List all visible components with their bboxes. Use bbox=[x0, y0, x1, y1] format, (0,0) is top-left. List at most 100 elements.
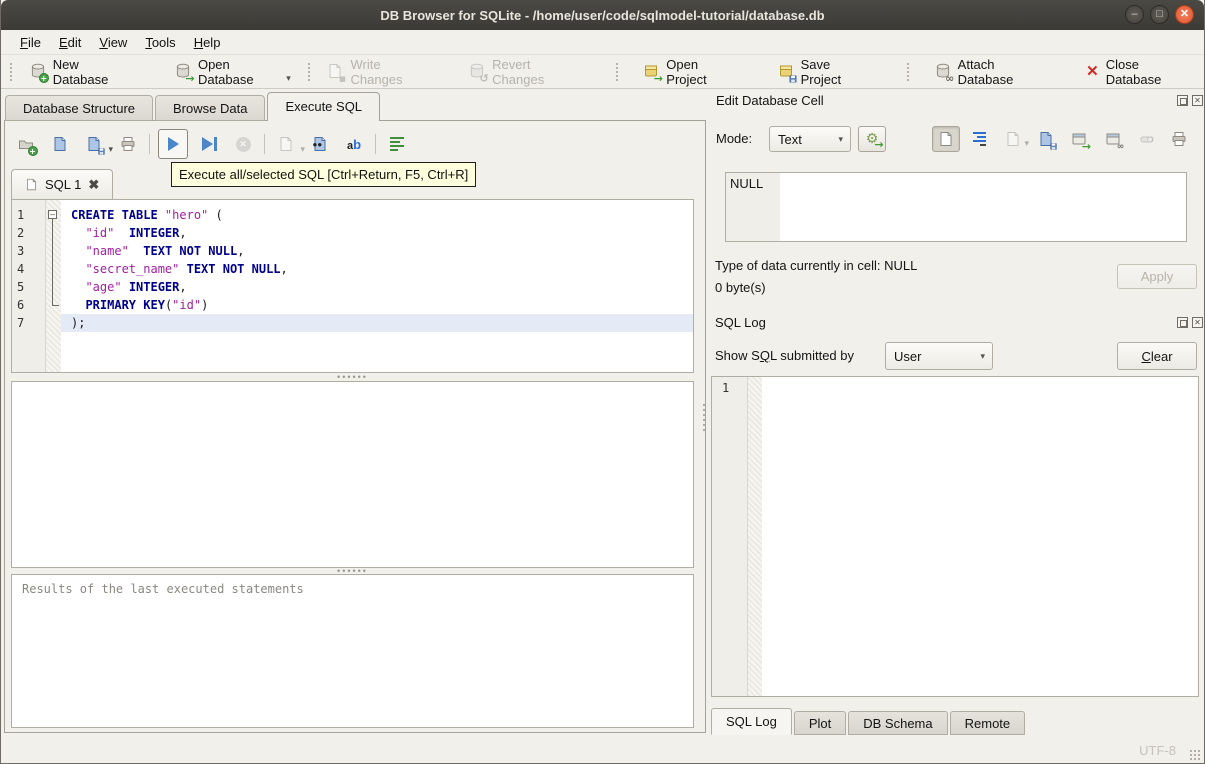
main-toolbar: + New Database → Open Database ▾ ▪ Write… bbox=[1, 54, 1204, 89]
right-dock: Edit Database Cell ✕ Mode: Text ▾ ⚙ → ▾ → bbox=[707, 89, 1204, 735]
sql-editor-toolbar: + ▾ ✕ ▾ ●● ab bbox=[13, 127, 410, 161]
open-database-icon: → bbox=[175, 63, 195, 84]
new-sql-tab-button[interactable]: + bbox=[13, 131, 39, 157]
sql-code-editor[interactable]: 1 2 3 4 5 6 7 – CREATE TABLE "hero" ( "id" INT… bbox=[11, 199, 694, 373]
mode-select[interactable]: Text ▾ bbox=[769, 126, 851, 152]
code-line[interactable]: "name" TEXT NOT NULL, bbox=[61, 242, 693, 260]
import-icon bbox=[1005, 131, 1022, 148]
log-filter-select[interactable]: User ▾ bbox=[885, 342, 993, 370]
fold-margin: – bbox=[46, 200, 61, 372]
find-in-sql-button[interactable]: ●● bbox=[307, 131, 333, 157]
save-project-button[interactable]: Save Project bbox=[766, 57, 882, 87]
open-database-dropdown-icon[interactable]: ▾ bbox=[286, 73, 291, 86]
resize-grip-icon[interactable] bbox=[1188, 748, 1201, 761]
cell-value-editor[interactable]: NULL bbox=[725, 172, 1187, 242]
close-database-button[interactable]: ✕ Close Database bbox=[1074, 57, 1204, 87]
tab-database-structure[interactable]: Database Structure bbox=[5, 95, 154, 121]
sql-code-lines[interactable]: CREATE TABLE "hero" ( "id" INTEGER, "nam… bbox=[61, 200, 693, 372]
dock-tab-sql-log[interactable]: SQL Log bbox=[711, 708, 792, 735]
editor-results-splitter[interactable]: •••••• bbox=[11, 373, 694, 382]
maximize-button[interactable]: □ bbox=[1150, 5, 1169, 24]
line-number: 7 bbox=[17, 316, 25, 330]
close-database-icon: ✕ bbox=[1086, 62, 1099, 80]
menu-help[interactable]: Help bbox=[185, 32, 230, 53]
set-null-button[interactable] bbox=[1133, 126, 1161, 152]
dock-close-icon[interactable]: ✕ bbox=[1192, 317, 1203, 328]
revert-changes-button[interactable]: ↺ Revert Changes bbox=[457, 57, 592, 87]
execute-line-button[interactable] bbox=[196, 131, 222, 157]
toolbar-drag-handle[interactable] bbox=[9, 61, 14, 82]
apply-button[interactable]: Apply bbox=[1117, 264, 1197, 289]
open-file-icon bbox=[52, 136, 69, 153]
sql-log-title: SQL Log bbox=[715, 315, 766, 330]
dock-tab-remote[interactable]: Remote bbox=[949, 711, 1026, 735]
toolbar-separator bbox=[905, 61, 911, 82]
cell-value-text: NULL bbox=[730, 176, 764, 191]
indent-settings-button[interactable] bbox=[384, 131, 410, 157]
line-number: 5 bbox=[17, 280, 25, 294]
open-sql-file-button[interactable] bbox=[47, 131, 73, 157]
dock-float-icon[interactable] bbox=[1177, 317, 1188, 328]
dock-tab-plot[interactable]: Plot bbox=[793, 711, 847, 735]
fold-collapse-icon[interactable]: – bbox=[48, 210, 57, 219]
dock-close-icon[interactable]: ✕ bbox=[1192, 95, 1203, 106]
import-cell-button[interactable]: ▾ bbox=[999, 126, 1029, 152]
print-sql-button[interactable] bbox=[115, 131, 141, 157]
close-sql-tab-icon[interactable]: ✖ bbox=[88, 177, 99, 193]
toolbar-separator bbox=[614, 61, 620, 82]
sql-log-view[interactable]: 1 bbox=[711, 376, 1199, 697]
menu-edit[interactable]: Edit bbox=[50, 32, 90, 53]
log-line-number: 1 bbox=[712, 377, 748, 696]
stop-execution-button[interactable]: ✕ bbox=[230, 131, 256, 157]
sql-file-tab-bar: SQL 1 ✖ bbox=[11, 168, 114, 199]
execute-sql-panel: + ▾ ✕ ▾ ●● ab SQL 1 ✖ 1 2 3 4 5 6 7 – CR… bbox=[4, 120, 706, 733]
open-external-button[interactable]: → bbox=[1065, 126, 1093, 152]
write-changes-button[interactable]: ▪ Write Changes bbox=[315, 57, 443, 87]
attach-database-button[interactable]: ∞ Attach Database bbox=[923, 57, 1060, 87]
menu-tools[interactable]: Tools bbox=[136, 32, 184, 53]
code-line[interactable]: PRIMARY KEY("id") bbox=[61, 296, 693, 314]
code-line[interactable]: ); bbox=[61, 314, 693, 332]
save-file-dropdown-icon[interactable]: ▾ bbox=[108, 144, 113, 157]
text-mode-button[interactable] bbox=[932, 126, 960, 152]
auto-switch-mode-button[interactable]: ⚙ → bbox=[858, 126, 886, 152]
save-results-icon bbox=[278, 136, 295, 153]
copy-link-button[interactable]: ∞ bbox=[1099, 126, 1127, 152]
window-controls: – □ ✕ bbox=[1125, 5, 1194, 24]
open-database-button[interactable]: → Open Database ▾ bbox=[163, 57, 303, 87]
execute-line-icon bbox=[201, 137, 213, 151]
dock-tab-bar: SQL Log Plot DB Schema Remote bbox=[711, 708, 1027, 735]
dock-tab-db-schema[interactable]: DB Schema bbox=[848, 711, 948, 735]
menu-view[interactable]: View bbox=[90, 32, 136, 53]
code-line[interactable]: CREATE TABLE "hero" ( bbox=[61, 206, 693, 224]
clear-log-button[interactable]: Clear bbox=[1117, 342, 1197, 370]
save-sql-file-button[interactable]: ▾ bbox=[81, 131, 113, 157]
auto-format-button[interactable]: ab bbox=[341, 131, 367, 157]
sql-file-tab[interactable]: SQL 1 ✖ bbox=[11, 169, 114, 199]
new-database-button[interactable]: + New Database bbox=[18, 57, 145, 87]
cell-type-info: Type of data currently in cell: NULL bbox=[715, 258, 918, 273]
edit-cell-dock-buttons: ✕ bbox=[1177, 95, 1203, 106]
results-grid-pane[interactable] bbox=[11, 381, 694, 568]
dock-splitter[interactable] bbox=[701, 400, 706, 434]
code-line[interactable]: "age" INTEGER, bbox=[61, 278, 693, 296]
open-project-button[interactable]: → Open Project bbox=[631, 57, 749, 87]
minimize-button[interactable]: – bbox=[1125, 5, 1144, 24]
menu-file[interactable]: File bbox=[11, 32, 50, 53]
code-line[interactable]: "secret_name" TEXT NOT NULL, bbox=[61, 260, 693, 278]
tab-browse-data[interactable]: Browse Data bbox=[155, 95, 266, 121]
new-tab-icon: + bbox=[18, 136, 38, 156]
format-icon: ab bbox=[346, 136, 362, 152]
write-changes-icon: ▪ bbox=[327, 63, 346, 84]
open-project-icon: → bbox=[643, 63, 663, 84]
close-button[interactable]: ✕ bbox=[1175, 5, 1194, 24]
execute-all-button[interactable] bbox=[158, 129, 188, 159]
save-results-button[interactable]: ▾ bbox=[273, 131, 305, 157]
word-wrap-button[interactable] bbox=[965, 126, 993, 152]
dock-float-icon[interactable] bbox=[1177, 95, 1188, 106]
code-line[interactable]: "id" INTEGER, bbox=[61, 224, 693, 242]
tab-execute-sql[interactable]: Execute SQL bbox=[267, 92, 381, 121]
export-cell-button[interactable] bbox=[1032, 126, 1060, 152]
print-cell-button[interactable] bbox=[1165, 126, 1193, 152]
results-message-pane[interactable]: Results of the last executed statements bbox=[11, 574, 694, 728]
